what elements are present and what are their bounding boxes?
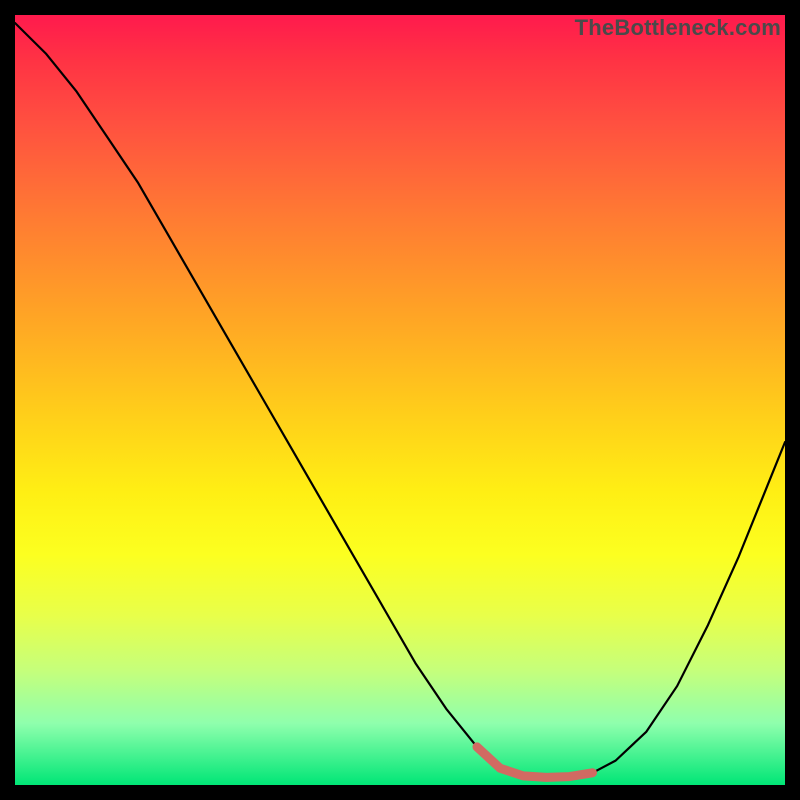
bottleneck-curve — [15, 15, 785, 785]
chart-frame: TheBottleneck.com — [0, 0, 800, 800]
gradient-plot-area: TheBottleneck.com — [15, 15, 785, 785]
